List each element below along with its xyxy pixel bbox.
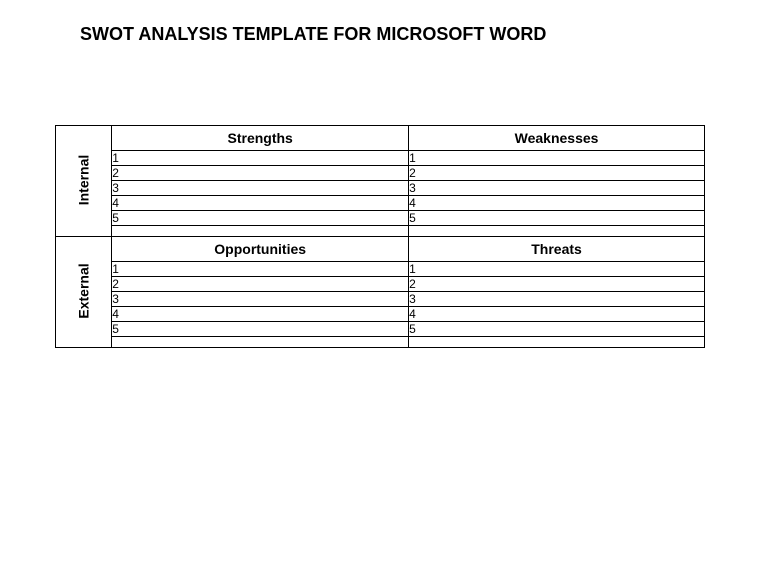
weaknesses-item-5: 5 [409, 211, 705, 226]
opportunities-item-5: 5 [112, 322, 409, 337]
threats-item-2: 2 [409, 277, 705, 292]
external-spacer-right [409, 337, 705, 348]
external-spacer-left [112, 337, 409, 348]
page-title: SWOT ANALYSIS TEMPLATE FOR MICROSOFT WOR… [0, 0, 757, 45]
opportunities-item-3: 3 [112, 292, 409, 307]
side-label-internal-text: Internal [76, 155, 92, 206]
threats-item-5: 5 [409, 322, 705, 337]
weaknesses-item-4: 4 [409, 196, 705, 211]
strengths-item-2: 2 [112, 166, 409, 181]
opportunities-item-2: 2 [112, 277, 409, 292]
side-label-external-text: External [76, 263, 92, 318]
threats-item-4: 4 [409, 307, 705, 322]
strengths-item-5: 5 [112, 211, 409, 226]
strengths-item-1: 1 [112, 151, 409, 166]
threats-item-1: 1 [409, 262, 705, 277]
weaknesses-item-1: 1 [409, 151, 705, 166]
opportunities-item-4: 4 [112, 307, 409, 322]
swot-table: Internal Strengths Weaknesses 1 1 2 2 3 … [55, 125, 705, 348]
header-weaknesses: Weaknesses [409, 126, 705, 151]
weaknesses-item-2: 2 [409, 166, 705, 181]
weaknesses-item-3: 3 [409, 181, 705, 196]
side-label-external: External [56, 237, 112, 348]
header-threats: Threats [409, 237, 705, 262]
strengths-item-3: 3 [112, 181, 409, 196]
header-strengths: Strengths [112, 126, 409, 151]
internal-spacer-right [409, 226, 705, 237]
strengths-item-4: 4 [112, 196, 409, 211]
header-opportunities: Opportunities [112, 237, 409, 262]
opportunities-item-1: 1 [112, 262, 409, 277]
internal-spacer-left [112, 226, 409, 237]
threats-item-3: 3 [409, 292, 705, 307]
side-label-internal: Internal [56, 126, 112, 237]
